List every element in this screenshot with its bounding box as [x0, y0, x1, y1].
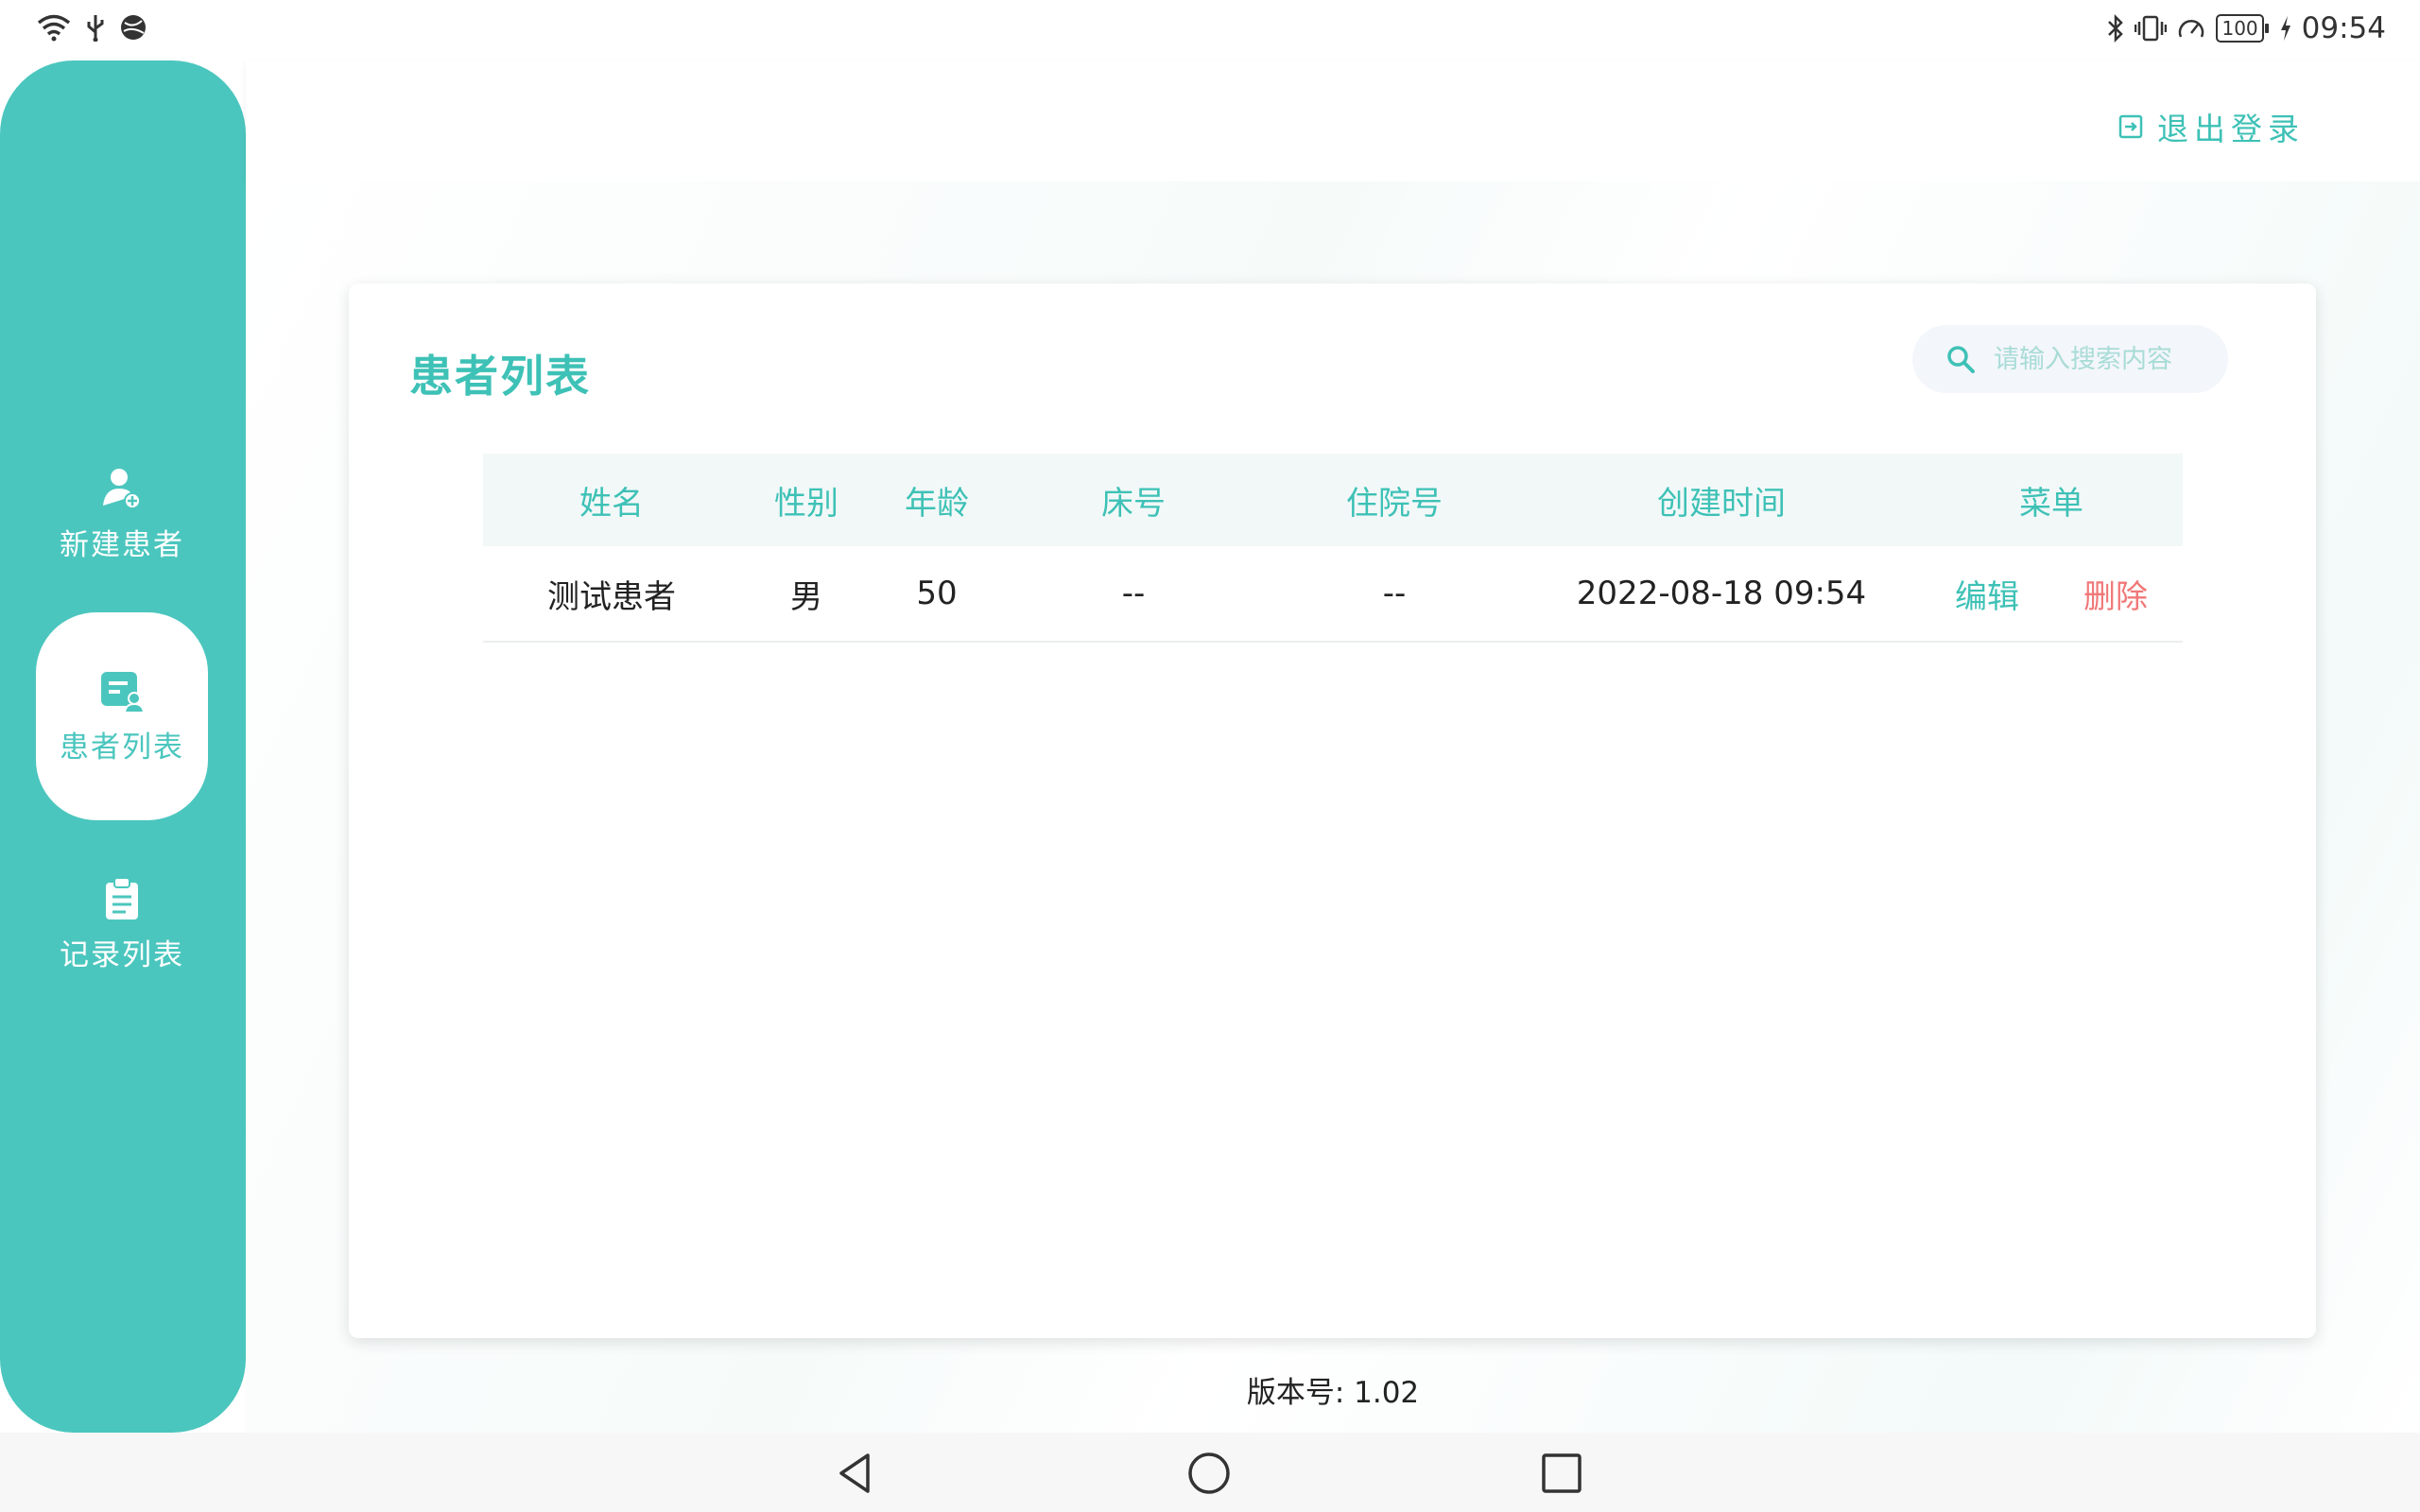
- table-row: 测试患者 男 50 -- -- 2022-08-18 09:54 编辑 删除: [483, 546, 2183, 643]
- sidebar-item-patient-list[interactable]: 患者列表: [36, 612, 208, 820]
- edit-button[interactable]: 编辑: [1955, 571, 2019, 617]
- speed-icon: [2179, 20, 2204, 38]
- system-nav-bar: [0, 1433, 2420, 1512]
- column-header-age: 年龄: [905, 484, 969, 523]
- column-header-sex: 性别: [774, 484, 838, 523]
- cell-age: 50: [916, 575, 958, 612]
- top-header: 退出登录: [246, 60, 2420, 181]
- add-patient-icon: [103, 468, 141, 509]
- version-text: 版本号: 1.02: [1246, 1376, 1420, 1410]
- sidebar: 新建患者 患者列表 记录列表: [0, 60, 246, 1433]
- table-header: 姓名 性别 年龄 床号 住院号 创建时间 菜单: [483, 454, 2183, 546]
- clipboard-icon: [106, 876, 138, 919]
- cell-menu: 编辑 删除: [1920, 571, 2183, 617]
- home-icon[interactable]: [1185, 1450, 1233, 1497]
- patient-list-card: 患者列表 姓名 性别 年龄 床号 住院号 创建时间 菜单 测试患者 男 50 -…: [349, 284, 2316, 1338]
- delete-button[interactable]: 删除: [2083, 571, 2148, 617]
- bluetooth-icon: [2108, 14, 2124, 43]
- vpn-globe-icon: [121, 15, 146, 40]
- battery-icon: 100: [2216, 14, 2269, 43]
- vibrate-icon: [2135, 15, 2168, 42]
- sidebar-item-label: 患者列表: [60, 730, 184, 765]
- sidebar-item-new-patient[interactable]: 新建患者: [36, 410, 208, 618]
- cell-sex: 男: [790, 577, 822, 616]
- status-time: 09:54: [2301, 11, 2386, 45]
- status-left: [36, 13, 147, 42]
- column-header-bed: 床号: [1101, 484, 1166, 523]
- column-header-name: 姓名: [579, 484, 644, 523]
- back-icon[interactable]: [834, 1450, 881, 1497]
- sidebar-item-label: 新建患者: [60, 527, 184, 562]
- status-bar: 100 09:54: [0, 0, 2420, 60]
- page-title: 患者列表: [409, 351, 591, 402]
- logout-label: 退出登录: [2157, 111, 2305, 147]
- version-label: 版本号: 1.02: [0, 1368, 2420, 1411]
- charging-icon: [2280, 16, 2290, 41]
- status-right: 100 09:54: [2106, 11, 2386, 45]
- patient-list-icon: [101, 671, 145, 713]
- search-input[interactable]: [1992, 343, 2204, 375]
- search-icon: [1947, 346, 1975, 373]
- column-header-created: 创建时间: [1657, 484, 1786, 523]
- sidebar-item-record-list[interactable]: 记录列表: [36, 820, 208, 1028]
- search-box[interactable]: [1912, 325, 2228, 393]
- recents-icon[interactable]: [1538, 1450, 1585, 1497]
- cell-created: 2022-08-18 09:54: [1576, 575, 1867, 612]
- usb-icon: [87, 15, 104, 42]
- column-header-admission-no: 住院号: [1346, 484, 1443, 523]
- cell-admission-no: --: [1382, 575, 1407, 612]
- sidebar-item-label: 记录列表: [60, 937, 184, 972]
- cell-bed: --: [1121, 575, 1146, 612]
- wifi-icon: [37, 14, 71, 42]
- logout-icon: [2118, 114, 2143, 139]
- cell-name: 测试患者: [547, 577, 676, 616]
- column-header-menu: 菜单: [2019, 484, 2083, 523]
- patient-table: 姓名 性别 年龄 床号 住院号 创建时间 菜单 测试患者 男 50 -- -- …: [483, 454, 2183, 643]
- logout-button[interactable]: 退出登录: [2118, 104, 2305, 149]
